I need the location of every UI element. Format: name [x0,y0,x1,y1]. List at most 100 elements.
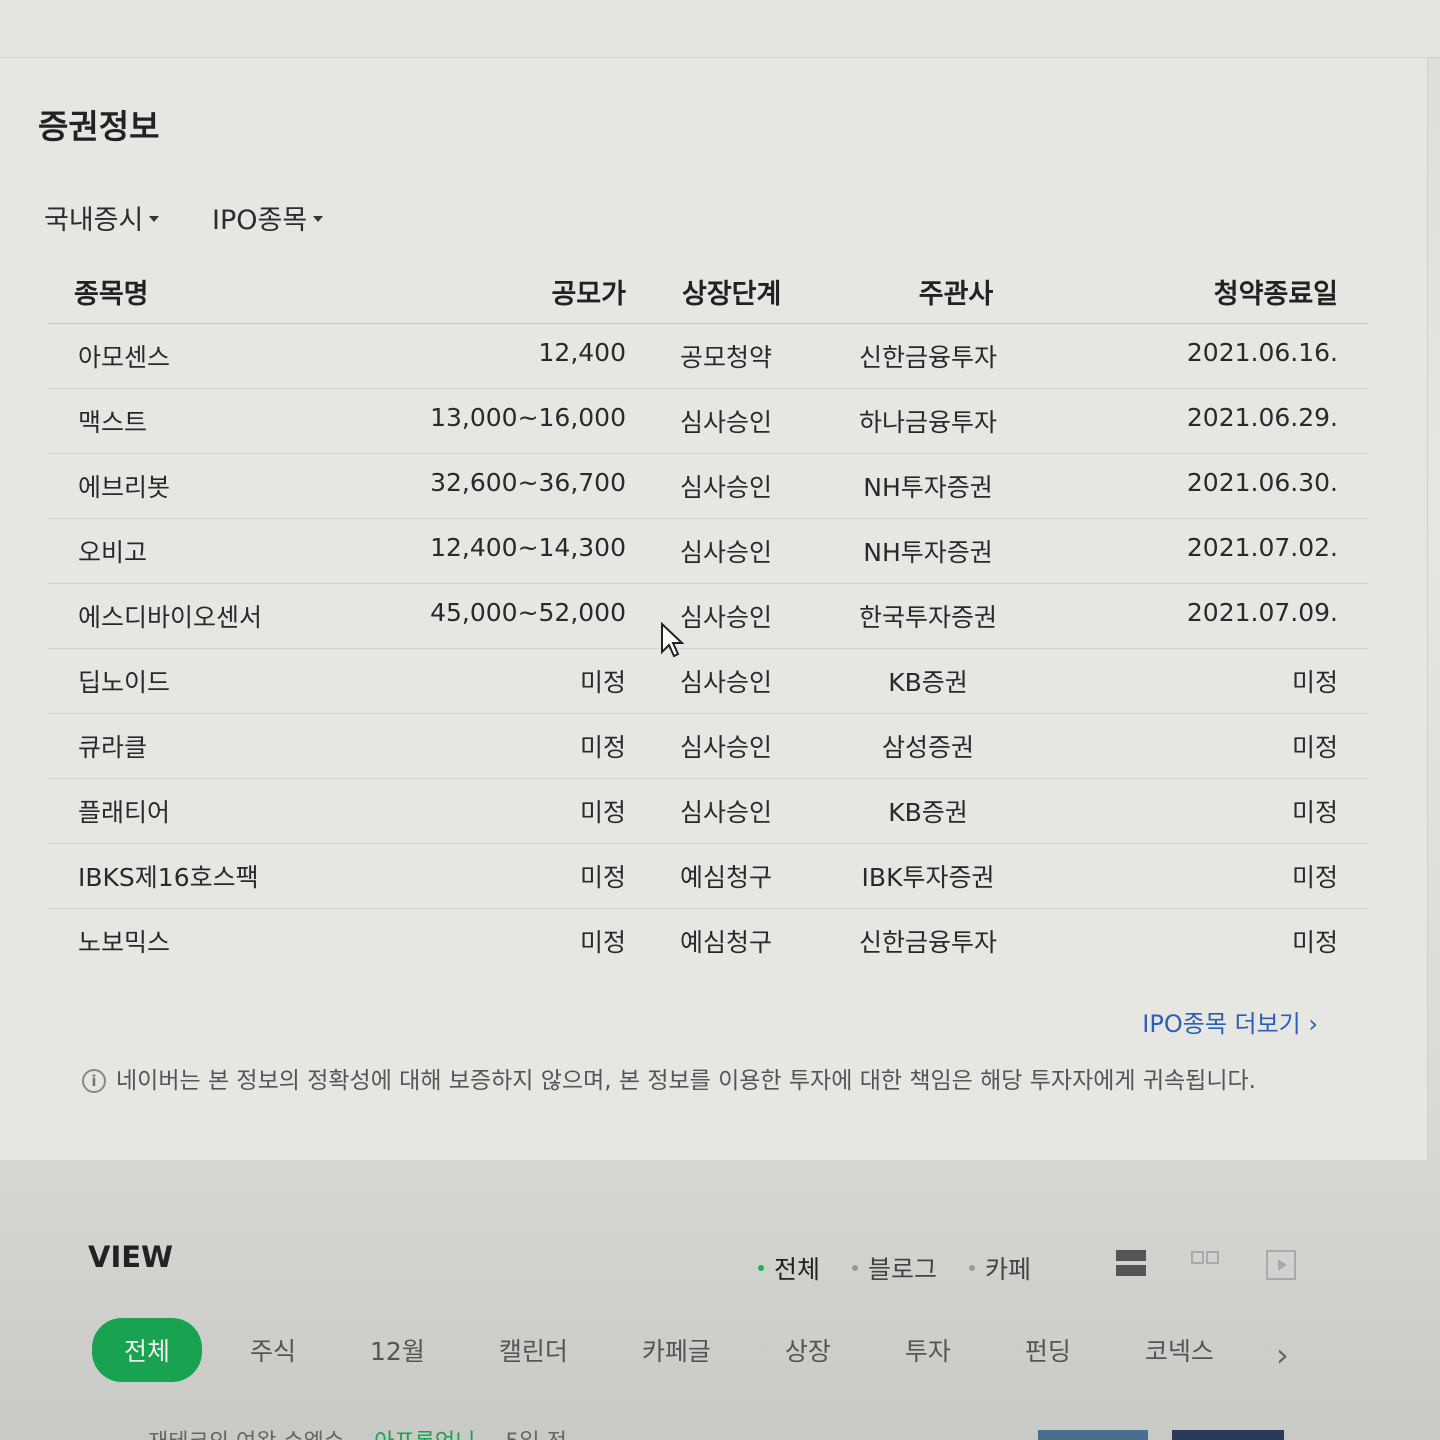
view-tag-list: 전체 주식 12월 캘린더 카페글 상장 투자 펀딩 코넥스 [92,1318,1288,1382]
dropdown-label: IPO종목 [212,205,308,236]
table-row[interactable]: IBKS제16호스팩 미정 예심청구 IBK투자증권 미정 [48,844,1368,909]
browser-screen: 증권정보 국내증시 IPO종목 종목명 공모가 상장단계 주관사 청약종료일 아… [0,0,1440,1440]
table-row[interactable]: 딥노이드 미정 심사승인 KB증권 미정 [48,649,1368,714]
ipo-lead-manager: KB증권 [888,668,968,697]
table-row[interactable]: 에브리봇 32,600~36,700 심사승인 NH투자증권 2021.06.30. [48,454,1368,519]
header-subscription-end: 청약종료일 [1213,279,1338,310]
section-title: 증권정보 [38,107,160,146]
ipo-name[interactable]: 아모센스 [78,338,170,374]
dropdown-domestic-market[interactable]: 국내증시 [44,198,160,237]
grid-view-icon[interactable] [1190,1250,1220,1280]
table-row[interactable]: 플래티어 미정 심사승인 KB증권 미정 [48,779,1368,844]
table-body: 아모센스 12,400 공모청약 신한금융투자 2021.06.16. 맥스트 13,000… [48,324,1368,974]
view-filters: 전체 블로그 카페 [758,1250,1031,1286]
ipo-lead-manager: 신한금융투자 [858,343,998,372]
filter-label: 전체 [774,1255,821,1284]
ipo-lead-manager: 신한금융투자 [858,928,998,957]
ipo-name[interactable]: 맥스트 [78,403,147,439]
ipo-name[interactable]: IBKS제16호스팩 [78,858,259,894]
table-row[interactable]: 맥스트 13,000~16,000 심사승인 하나금융투자 2021.06.29. [48,389,1368,454]
result-source: 아포롱언니 [374,1424,475,1440]
caret-down-icon [313,215,324,222]
view-section-title: VIEW [88,1240,174,1274]
filter-blog[interactable]: 블로그 [852,1250,937,1286]
ipo-price: 13,000~16,000 [430,403,626,432]
ipo-name[interactable]: 에스디바이오센서 [78,598,262,634]
ipo-price: 미정 [579,668,626,697]
video-view-icon[interactable] [1266,1250,1296,1280]
tag-chip[interactable]: 상장 [785,1332,831,1368]
ipo-stage: 심사승인 [680,798,773,827]
ipo-subscription-end: 2021.06.16. [1186,338,1338,367]
ipo-stage: 공모청약 [680,343,773,372]
bullet-icon [758,1265,764,1271]
thumbnail-image[interactable] [1172,1430,1284,1440]
ipo-table: 종목명 공모가 상장단계 주관사 청약종료일 아모센스 12,400 공모청약 신한금… [48,262,1368,974]
filter-cafe[interactable]: 카페 [969,1250,1031,1286]
table-row[interactable]: 에스디바이오센서 45,000~52,000 심사승인 한국투자증권 2021.07.0… [48,584,1368,649]
ipo-price: 미정 [579,798,626,827]
ipo-subscription-end: 2021.07.02. [1186,533,1338,562]
ipo-subscription-end: 미정 [1291,733,1338,762]
ipo-lead-manager: IBK투자증권 [861,863,995,892]
dropdown-label: 국내증시 [44,205,144,236]
result-title: 재테크의 여왕 슈엘슈 [148,1424,344,1440]
ipo-subscription-end: 미정 [1291,798,1338,827]
header-price: 공모가 [551,279,626,310]
ipo-name[interactable]: 오비고 [78,533,147,569]
ipo-stage: 예심청구 [680,928,773,957]
tag-chip[interactable]: 투자 [905,1332,951,1368]
info-icon: i [82,1069,106,1093]
ipo-name[interactable]: 딥노이드 [78,663,170,699]
tag-chip[interactable]: 코넥스 [1145,1332,1214,1368]
table-row[interactable]: 오비고 12,400~14,300 심사승인 NH투자증권 2021.07.02. [48,519,1368,584]
top-bar [0,0,1440,58]
header-name: 종목명 [74,279,149,310]
ipo-lead-manager: 한국투자증권 [858,603,998,632]
ipo-price: 45,000~52,000 [430,598,626,627]
tag-chip[interactable]: 카페글 [642,1332,711,1368]
disclaimer-text: 네이버는 본 정보의 정확성에 대해 보증하지 않으며, 본 정보를 이용한 투… [116,1068,1256,1094]
table-row[interactable]: 노보믹스 미정 예심청구 신한금융투자 미정 [48,909,1368,974]
bullet-icon [969,1265,976,1271]
tag-chip[interactable]: 펀딩 [1025,1332,1071,1368]
tag-chip[interactable]: 주식 [250,1332,296,1368]
filter-label: 블로그 [868,1255,938,1284]
mouse-cursor-icon [661,622,684,658]
table-row[interactable]: 아모센스 12,400 공모청약 신한금융투자 2021.06.16. [48,324,1368,389]
thumbnail-image[interactable] [1038,1430,1148,1440]
ipo-more-link[interactable]: IPO종목 더보기 › [1142,1004,1318,1039]
ipo-price: 32,600~36,700 [430,468,626,497]
filter-all[interactable]: 전체 [758,1250,820,1286]
ipo-stage: 심사승인 [680,733,773,762]
ipo-name[interactable]: 플래티어 [78,793,170,829]
ipo-subscription-end: 미정 [1291,928,1338,957]
ipo-subscription-end: 2021.06.30. [1186,468,1338,497]
header-stage: 상장단계 [682,279,782,310]
ipo-name[interactable]: 큐라클 [78,728,147,764]
ipo-price: 12,400 [538,338,626,367]
dropdown-ipo[interactable]: IPO종목 [212,198,324,237]
ipo-stage: 심사승인 [680,408,773,437]
ipo-stage: 예심청구 [680,863,773,892]
tag-chip[interactable]: 전체 [92,1318,203,1382]
ipo-stage: 심사승인 [680,603,773,632]
ipo-name[interactable]: 노보믹스 [78,923,170,959]
tag-chip[interactable]: 12월 [370,1332,425,1368]
ipo-name[interactable]: 에브리봇 [78,468,170,504]
ipo-price: 12,400~14,300 [430,533,626,562]
ipo-subscription-end: 2021.07.09. [1186,598,1338,627]
ipo-subscription-end: 2021.06.29. [1186,403,1338,432]
disclaimer: i 네이버는 본 정보의 정확성에 대해 보증하지 않으며, 본 정보를 이용한… [82,1066,1312,1096]
result-item-peek[interactable]: 재테크의 여왕 슈엘슈 아포롱언니 5일 전 [148,1424,567,1440]
ipo-stage: 심사승인 [680,668,773,697]
ipo-price: 미정 [579,733,626,762]
ipo-subscription-end: 미정 [1291,863,1338,892]
chevron-right-icon[interactable]: › [1276,1336,1289,1374]
tag-chip[interactable]: 캘린더 [499,1332,568,1368]
ipo-stage: 심사승인 [680,538,773,567]
ipo-stage: 심사승인 [680,473,773,502]
list-view-icon[interactable] [1116,1250,1146,1280]
ipo-lead-manager: NH투자증권 [863,473,993,502]
table-row[interactable]: 큐라클 미정 심사승인 삼성증권 미정 [48,714,1368,779]
